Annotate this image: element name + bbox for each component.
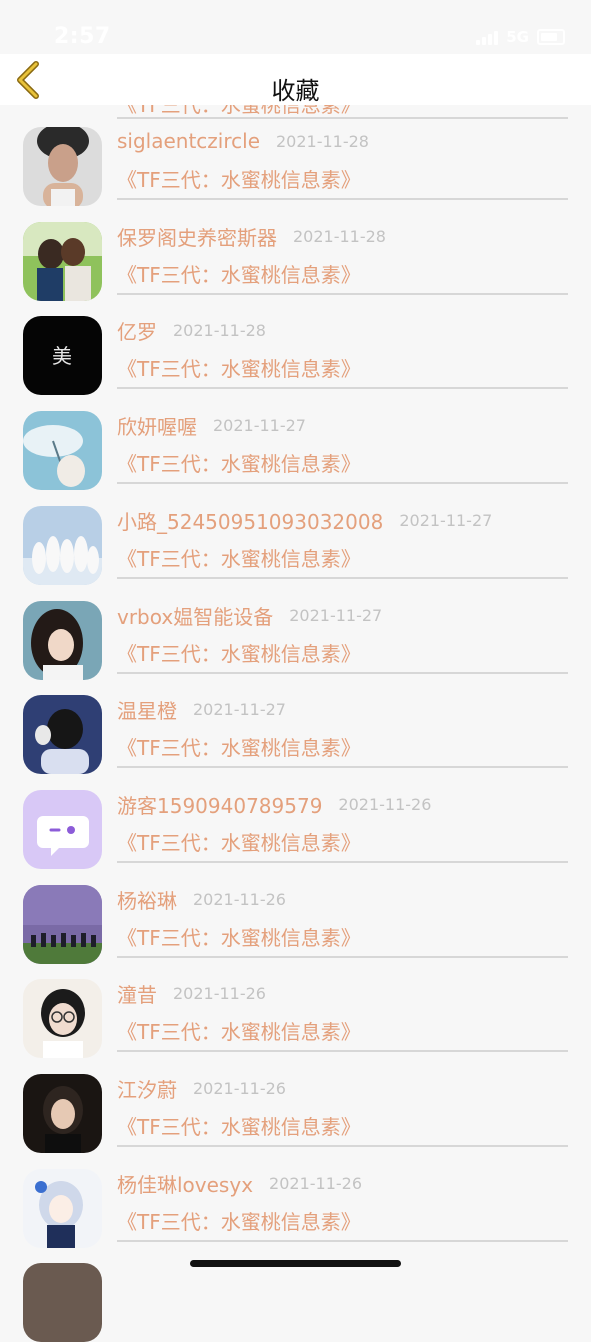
post-title[interactable]: 《TF三代：水蜜桃信息素》 (117, 543, 361, 572)
username[interactable]: siglaentczircle (117, 129, 260, 153)
name-line: siglaentczircle 2021-11-28 (117, 126, 369, 156)
post-title[interactable]: 《TF三代：水蜜桃信息素》 (117, 1206, 361, 1235)
list-item[interactable]: 游客1590940789579 2021-11-26 《TF三代：水蜜桃信息素》 (0, 768, 591, 869)
list-item[interactable]: 杨裕琳 2021-11-26 《TF三代：水蜜桃信息素》 (0, 863, 591, 964)
list-item[interactable]: 小路_5245095109303200​8 2021-11-27 《TF三代：水蜜桃… (0, 484, 591, 585)
list-item[interactable]: 潼昔 2021-11-26 《TF三代：水蜜桃信息素》 (0, 957, 591, 1058)
post-title[interactable]: 《TF三代：水蜜桃信息素》 (117, 353, 361, 382)
avatar (23, 1263, 102, 1342)
home-indicator (190, 1260, 401, 1267)
date: 2021-11-28 (293, 226, 386, 246)
avatar[interactable] (23, 979, 102, 1058)
list-item[interactable]: 温星橙 2021-11-27 《TF三代：水蜜桃信息素》 (0, 673, 591, 774)
avatar[interactable]: 美 (23, 316, 102, 395)
avatar[interactable] (23, 1074, 102, 1153)
username[interactable]: 保罗阁史养密斯器 (117, 222, 277, 251)
date: 2021-11-28 (173, 320, 266, 340)
navigation-bar: 收藏 (0, 54, 591, 105)
post-title[interactable]: 《TF三代：水蜜桃信息素》 (117, 1016, 361, 1045)
date: 2021-11-26 (173, 983, 266, 1003)
avatar[interactable] (23, 222, 102, 301)
post-title[interactable]: 《TF三代：水蜜桃信息素》 (117, 922, 361, 951)
list-item[interactable]: 保罗阁史养密斯器 2021-11-28 《TF三代：水蜜桃信息素》 (0, 200, 591, 301)
list-item-partial[interactable] (0, 1241, 591, 1342)
date: 2021-11-27 (193, 699, 286, 719)
name-line: 欣妍喔喔 2021-11-27 (117, 410, 306, 440)
username[interactable]: 杨佳琳lovesyx (117, 1169, 253, 1198)
username[interactable]: 杨裕琳 (117, 885, 177, 914)
name-line: 温星橙 2021-11-27 (117, 694, 286, 724)
name-line: 杨佳琳lovesyx 2021-11-26 (117, 1168, 362, 1198)
username[interactable]: 江汐蔚 (117, 1074, 177, 1103)
name-line: 潼昔 2021-11-26 (117, 978, 266, 1008)
post-title[interactable]: 《TF三代：水蜜桃信息素》 (117, 732, 361, 761)
list-item[interactable]: 杨佳琳lovesyx 2021-11-26 《TF三代：水蜜桃信息素》 (0, 1147, 591, 1248)
date: 2021-11-27 (213, 415, 306, 435)
date: 2021-11-26 (193, 889, 286, 909)
date: 2021-11-27 (289, 605, 383, 625)
list-item[interactable]: 欣妍喔喔 2021-11-27 《TF三代：水蜜桃信息素》 (0, 389, 591, 490)
avatar[interactable] (23, 695, 102, 774)
avatar[interactable] (23, 506, 102, 585)
name-line: vrbox媪智能设备 2021-11-27 (117, 600, 382, 630)
page-title: 收藏 (271, 77, 320, 105)
name-line: 江汐蔚 2021-11-26 (117, 1073, 286, 1103)
username[interactable]: 游客1590940789579 (117, 790, 322, 819)
list-item[interactable]: 江汐蔚 2021-11-26 《TF三代：水蜜桃信息素》 (0, 1052, 591, 1153)
post-title[interactable]: 《TF三代：水蜜桃信息素》 (117, 164, 361, 193)
network-type: 5G (506, 28, 529, 46)
name-line: 亿罗 2021-11-28 (117, 315, 266, 345)
date: 2021-11-26 (338, 794, 432, 814)
date: 2021-11-27 (399, 510, 493, 530)
avatar[interactable] (23, 601, 102, 680)
username[interactable]: 小路_5245095109303200​8 (117, 506, 383, 535)
name-line: 保罗阁史养密斯器 2021-11-28 (117, 221, 386, 251)
signal-icon (476, 29, 499, 45)
svg-text:美: 美 (52, 344, 72, 368)
post-title[interactable]: 《TF三代：水蜜桃信息素》 (117, 638, 361, 667)
username[interactable]: 温星橙 (117, 695, 177, 724)
name-line: 杨裕琳 2021-11-26 (117, 884, 286, 914)
username[interactable]: 亿罗 (117, 316, 157, 345)
avatar[interactable] (23, 127, 102, 206)
avatar[interactable] (23, 1169, 102, 1248)
list-item[interactable]: siglaentczircle 2021-11-28 《TF三代：水蜜桃信息素》 (0, 105, 591, 206)
name-line: 游客1590940789579 2021-11-26 (117, 789, 431, 819)
list-item[interactable]: 美 亿罗 2021-11-28 《TF三代：水蜜桃信息素》 (0, 294, 591, 395)
username[interactable]: vrbox媪智能设备 (117, 601, 273, 630)
post-title[interactable]: 《TF三代：水蜜桃信息素》 (117, 448, 361, 477)
date: 2021-11-26 (269, 1173, 363, 1193)
date: 2021-11-26 (193, 1078, 286, 1098)
username[interactable]: 欣妍喔喔 (117, 411, 197, 440)
status-bar: 2:57 5G (0, 0, 591, 54)
list-item[interactable]: vrbox媪智能设备 2021-11-27 《TF三代：水蜜桃信息素》 (0, 579, 591, 680)
avatar[interactable] (23, 411, 102, 490)
username[interactable]: 潼昔 (117, 979, 157, 1008)
avatar[interactable] (23, 885, 102, 964)
name-line: 小路_5245095109303200​8 2021-11-27 (117, 505, 492, 535)
battery-icon (537, 29, 565, 45)
post-title[interactable]: 《TF三代：水蜜桃信息素》 (117, 259, 361, 288)
status-time: 2:57 (54, 24, 111, 49)
post-title[interactable]: 《TF三代：水蜜桃信息素》 (117, 827, 361, 856)
post-title[interactable]: 《TF三代：水蜜桃信息素》 (117, 1111, 361, 1140)
avatar[interactable] (23, 790, 102, 869)
date: 2021-11-28 (276, 131, 369, 151)
